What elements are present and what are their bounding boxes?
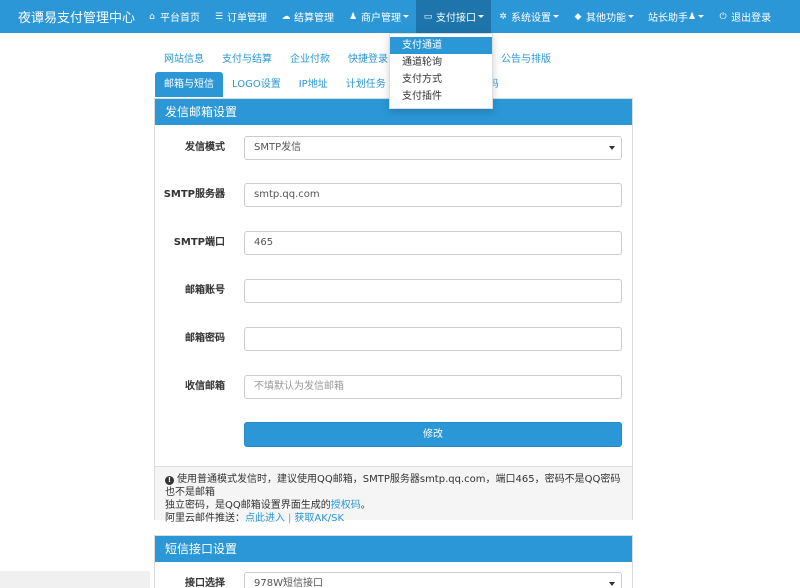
mail-help-footer: ! 使用普通模式发信时，建议使用QQ邮箱，SMTP服务器smtp.qq.com，端… (155, 466, 632, 524)
nav-item-label: 订单管理 (227, 13, 267, 24)
nav-item-label: 系统设置 (511, 13, 551, 24)
cloud-icon: ☁ (281, 11, 291, 22)
tab-ip-address[interactable]: IP地址 (290, 72, 337, 97)
top-navbar: 夜谭易支付管理中心 ⌂ 平台首页 ☰ 订单管理 ☁ 结算管理 ♟ 商户管理 ▭ 支付接口 ✲ 系统设置… (0, 0, 800, 33)
caret-down-icon (553, 15, 559, 18)
smtp-port-label: SMTP端口 (173, 237, 225, 248)
tab-payment-settlement[interactable]: 支付与结算 (213, 47, 281, 72)
nav-item-8[interactable]: ⏻ 退出登录 (711, 0, 778, 33)
mode-row: 发信模式 SMTP发信 (155, 136, 634, 160)
nav-item-label: 商户管理 (361, 13, 401, 24)
status-bar-overlay (0, 571, 150, 588)
smtp-server-label: SMTP服务器 (163, 189, 225, 200)
caret-down-icon (698, 15, 705, 18)
help-line-2: 独立密码，是QQ邮箱设置界面生成的授权码。 (165, 500, 371, 511)
nav-item-label: 退出登录 (731, 13, 772, 24)
tab-logo-settings[interactable]: LOGO设置 (223, 72, 290, 97)
help-line-3: 阿里云邮件推送：点此进入 | 获取AK/SK (165, 513, 345, 524)
mail-settings-panel: 发信邮箱设置 发信模式 SMTP发信 SMTP服务器 smtp.qq.com S… (154, 98, 634, 524)
settings-tabs-row-1: 网站信息 支付与结算 企业付款 快捷登录 板 公告与排版 (155, 47, 560, 72)
link-separator: | (288, 513, 292, 524)
nav-item-4[interactable]: ▭ 支付接口 (416, 0, 491, 33)
sms-interface-select[interactable]: 978W短信接口 (244, 572, 622, 588)
nav-item-label: 平台首页 (160, 13, 200, 24)
info-icon: ! (165, 476, 174, 485)
recipient-input[interactable]: 不填默认为发信邮箱 (244, 375, 622, 399)
mode-label: 发信模式 (185, 142, 225, 153)
power-icon: ⏻ (719, 11, 727, 22)
smtp-server-row: SMTP服务器 smtp.qq.com (155, 183, 634, 207)
sms-settings-panel: 短信接口设置 接口选择 978W短信接口 (154, 535, 633, 588)
nav-item-label: 站长助手 (648, 13, 688, 24)
tab-mail-sms[interactable]: 邮箱与短信 (155, 72, 223, 97)
recipient-row: 收信邮箱 不填默认为发信邮箱 (155, 375, 634, 399)
recipient-label: 收信邮箱 (185, 381, 225, 392)
gear-icon: ✲ (499, 11, 507, 22)
nav-item-3[interactable]: ♟ 商户管理 (341, 0, 416, 33)
nav-item-label: 其他功能 (586, 13, 626, 24)
tab-enterprise-payment[interactable]: 企业付款 (281, 47, 339, 72)
tab-scheduled-tasks[interactable]: 计划任务 (337, 72, 395, 97)
brand-title[interactable]: 夜谭易支付管理中心 (0, 7, 140, 26)
main-nav: ⌂ 平台首页 ☰ 订单管理 ☁ 结算管理 ♟ 商户管理 ▭ 支付接口 ✲ 系统设置 ◆ 其他功能 站长助手 ♟… (140, 0, 778, 33)
auth-code-link[interactable]: 授权码 (331, 500, 361, 511)
payment-interface-dropdown: 支付通道 通道轮询 支付方式 支付插件 (389, 33, 493, 109)
mail-password-label: 邮箱密码 (185, 333, 225, 344)
sms-interface-row: 接口选择 978W短信接口 (155, 572, 634, 588)
caret-down-icon (628, 15, 634, 18)
dropdown-item-3[interactable]: 支付插件 (390, 88, 492, 105)
mail-password-row: 邮箱密码 (155, 327, 634, 351)
sms-interface-label: 接口选择 (185, 578, 225, 588)
smtp-port-row: SMTP端口 465 (155, 231, 634, 255)
user-icon: ♟ (348, 11, 358, 22)
caret-down-icon (609, 582, 615, 586)
sms-interface-value: 978W短信接口 (254, 578, 323, 588)
submit-button[interactable]: 修改 (244, 422, 622, 447)
user-icon: ♟ (688, 11, 697, 22)
sms-panel-title: 短信接口设置 (155, 536, 632, 562)
dropdown-item-1[interactable]: 通道轮询 (390, 54, 492, 71)
smtp-port-input[interactable]: 465 (244, 231, 622, 255)
mail-account-label: 邮箱账号 (185, 285, 225, 296)
nav-item-label: 支付接口 (436, 13, 476, 24)
nav-item-6[interactable]: ◆ 其他功能 (566, 0, 641, 33)
card-icon: ▭ (423, 11, 433, 22)
caret-down-icon (478, 15, 484, 18)
smtp-server-input[interactable]: smtp.qq.com (244, 183, 622, 207)
tab-notice-layout[interactable]: 公告与排版 (492, 47, 560, 72)
nav-item-0[interactable]: ⌂ 平台首页 (140, 0, 207, 33)
nav-item-7[interactable]: 站长助手 ♟ (641, 0, 711, 33)
list-icon: ☰ (214, 11, 224, 22)
get-aksk-link[interactable]: 获取AK/SK (294, 513, 344, 524)
dropdown-item-2[interactable]: 支付方式 (390, 71, 492, 88)
caret-down-icon (403, 15, 409, 18)
home-icon: ⌂ (149, 11, 155, 22)
caret-down-icon (609, 146, 615, 150)
help-line-1: ! 使用普通模式发信时，建议使用QQ邮箱，SMTP服务器smtp.qq.com，端… (165, 474, 621, 498)
mode-select[interactable]: SMTP发信 (244, 136, 622, 160)
nav-item-2[interactable]: ☁ 结算管理 (274, 0, 341, 33)
aliyun-enter-link[interactable]: 点此进入 (245, 513, 285, 524)
mail-account-row: 邮箱账号 (155, 279, 634, 303)
mail-password-input[interactable] (244, 327, 622, 351)
dropdown-item-0[interactable]: 支付通道 (390, 37, 492, 54)
nav-item-label: 结算管理 (294, 13, 334, 24)
tab-site-info[interactable]: 网站信息 (155, 47, 213, 72)
nav-item-1[interactable]: ☰ 订单管理 (207, 0, 274, 33)
nav-item-5[interactable]: ✲ 系统设置 (491, 0, 566, 33)
mode-select-value: SMTP发信 (254, 142, 302, 153)
mail-account-input[interactable] (244, 279, 622, 303)
cube-icon: ◆ (574, 11, 582, 22)
